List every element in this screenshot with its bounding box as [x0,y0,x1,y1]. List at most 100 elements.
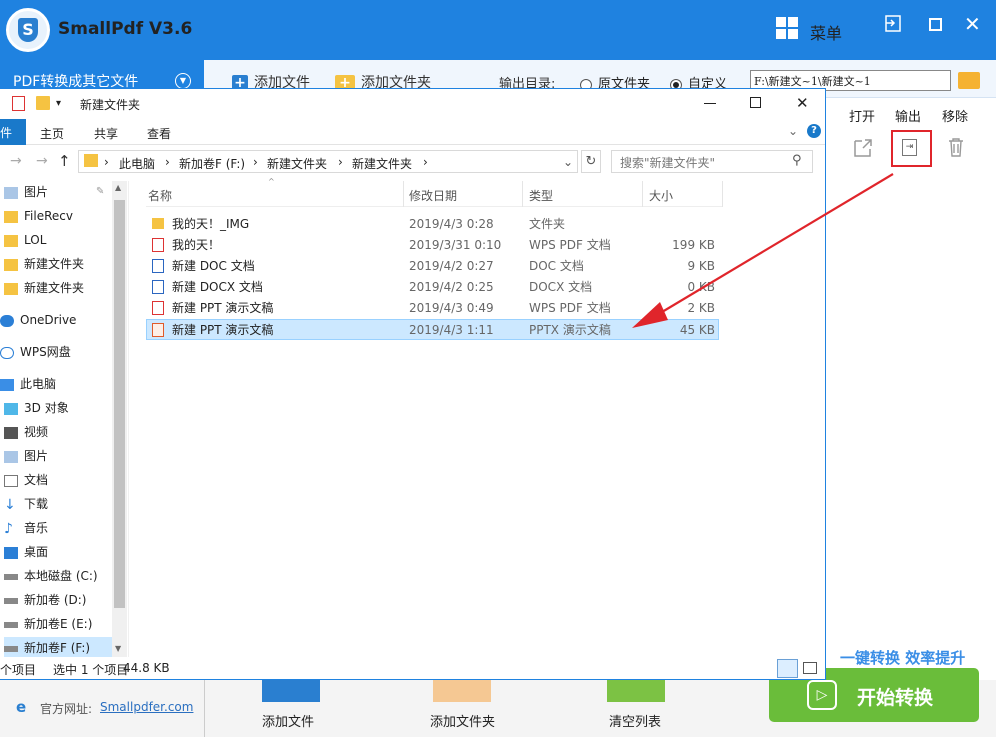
file-row[interactable]: 新建 DOCX 文档 2019/4/2 0:25 DOCX 文档 0 KB [146,277,719,298]
pin-icon: ✎ [96,186,105,197]
details-view-icon[interactable] [777,659,798,678]
play-icon: ▷ [807,680,837,710]
explorer-maximize-icon[interactable] [750,97,761,108]
file-type: DOC 文档 [529,259,584,273]
refresh-icon[interactable]: ↻ [581,150,601,173]
folder-icon [152,218,164,229]
quick-access-dropdown-icon[interactable]: ▾ [56,98,61,109]
column-name[interactable]: 名称 [148,187,172,204]
nav-item-pictures-pinned[interactable]: 图片 ✎ [4,181,122,203]
nav-item-videos[interactable]: 视频 [4,421,122,443]
column-type[interactable]: 类型 [529,187,553,204]
file-type: DOCX 文档 [529,280,593,294]
add-folder-big-icon[interactable] [433,680,491,702]
nav-label: FileRecv [24,209,73,223]
nav-item-lol[interactable]: LOL [4,229,122,251]
nav-label: LOL [24,233,47,247]
nav-label: 下载 [24,497,49,511]
nav-item-documents[interactable]: 文档 [4,469,122,491]
nav-item-downloads[interactable]: ↓ 下载 [4,493,122,515]
breadcrumb-item[interactable]: 新建文件夹 [267,155,327,172]
nav-item-filerecv[interactable]: FileRecv [4,205,122,227]
column-divider[interactable] [403,181,404,207]
nav-item-drive-e[interactable]: 新加卷E (E:) [4,613,122,635]
nav-item-3d[interactable]: 3D 对象 [4,397,122,419]
file-row[interactable]: 新建 PPT 演示文稿 2019/4/3 0:49 WPS PDF 文档 2 K… [146,298,719,319]
file-row-selected[interactable]: 新建 PPT 演示文稿 2019/4/3 1:11 PPTX 演示文稿 45 K… [146,319,719,340]
minimize-to-tray-icon[interactable] [883,14,903,34]
nav-label: WPS网盘 [20,345,71,359]
file-type: WPS PDF 文档 [529,301,611,315]
bottom-clear-list-button[interactable]: 清空列表 [609,711,661,730]
tab-share[interactable]: 共享 [94,125,118,142]
nav-item-new-folder[interactable]: 新建文件夹 [4,253,122,275]
scroll-down-icon[interactable]: ▼ [115,644,121,653]
scroll-up-icon[interactable]: ▲ [115,183,121,192]
column-divider[interactable] [642,181,643,207]
nav-item-new-folder[interactable]: 新建文件夹 [4,277,122,299]
file-row[interactable]: 我的天！_IMG 2019/4/3 0:28 文件夹 [146,214,719,235]
trash-icon[interactable] [947,137,965,157]
output-icon[interactable]: ⇥ [902,139,917,156]
grid-menu-icon[interactable] [776,17,798,39]
browse-folder-icon[interactable] [958,72,980,89]
folder-icon [4,210,18,223]
website-link[interactable]: Smallpdfer.com [100,700,193,714]
nav-item-pictures[interactable]: 图片 [4,445,122,467]
breadcrumb-item[interactable]: 此电脑 [119,155,155,172]
file-type: 文件夹 [529,217,566,231]
column-date[interactable]: 修改日期 [409,187,457,204]
app-logo: S [6,8,50,52]
ribbon-tabs [0,119,825,145]
column-divider[interactable] [522,181,523,207]
divider [204,680,205,737]
bottom-add-file-button[interactable]: 添加文件 [262,711,314,730]
properties-icon[interactable] [12,96,25,111]
drive-icon [4,597,18,604]
chevron-right-icon: › [104,155,109,169]
large-icons-view-icon[interactable] [803,662,817,674]
open-external-icon[interactable] [852,137,874,159]
nav-item-this-pc[interactable]: 此电脑 [0,373,118,395]
breadcrumb-item[interactable]: 新建文件夹 [352,155,412,172]
bottom-add-folder-button[interactable]: 添加文件夹 [430,711,495,730]
nav-label: 图片 [24,185,49,199]
new-folder-icon[interactable] [36,96,50,110]
explorer-title: 新建文件夹 [80,98,141,112]
ppt-file-icon [152,322,164,337]
maximize-icon[interactable] [929,18,942,31]
nav-item-drive-d[interactable]: 新加卷 (D:) [4,589,122,611]
column-size[interactable]: 大小 [649,187,673,204]
clear-list-big-icon[interactable] [607,680,665,702]
nav-item-music[interactable]: ♪ 音乐 [4,517,122,539]
nav-item-drive-f[interactable]: 新加卷F (F:) [4,637,122,659]
add-file-big-icon[interactable] [262,680,320,702]
file-size: 0 KB [687,280,715,294]
address-dropdown-icon[interactable]: ⌄ [563,155,573,169]
tab-file[interactable]: 件 [0,119,26,145]
search-input[interactable]: 搜索"新建文件夹" [611,150,813,173]
explorer-close-icon[interactable]: ✕ [796,94,809,112]
nav-item-wps[interactable]: WPS网盘 [0,341,118,363]
breadcrumb-item[interactable]: 新加卷F (F:) [179,155,245,172]
help-icon[interactable]: ? [807,124,821,138]
back-arrow-icon[interactable]: → [10,153,22,169]
nav-scrollbar-thumb[interactable] [114,200,125,608]
column-remove: 移除 [942,110,969,125]
close-icon[interactable]: ✕ [964,12,981,36]
explorer-minimize-icon[interactable] [704,103,716,104]
tab-view[interactable]: 查看 [147,125,171,142]
file-row[interactable]: 我的天！ 2019/3/31 0:10 WPS PDF 文档 199 KB [146,235,719,256]
nav-item-desktop[interactable]: 桌面 [4,541,122,563]
file-row[interactable]: 新建 DOC 文档 2019/4/2 0:27 DOC 文档 9 KB [146,256,719,277]
tab-home[interactable]: 主页 [40,125,64,142]
chevron-down-icon[interactable]: ▼ [175,73,191,89]
nav-item-drive-c[interactable]: 本地磁盘 (C:) [4,565,122,587]
ribbon-expand-icon[interactable]: ⌄ [788,124,798,138]
column-divider[interactable] [722,181,723,207]
pane-divider [128,181,129,657]
nav-item-onedrive[interactable]: OneDrive [0,309,118,331]
up-arrow-icon[interactable]: ↑ [58,152,71,170]
forward-arrow-icon[interactable]: → [36,153,48,169]
menu-button[interactable]: 菜单 [810,20,842,44]
